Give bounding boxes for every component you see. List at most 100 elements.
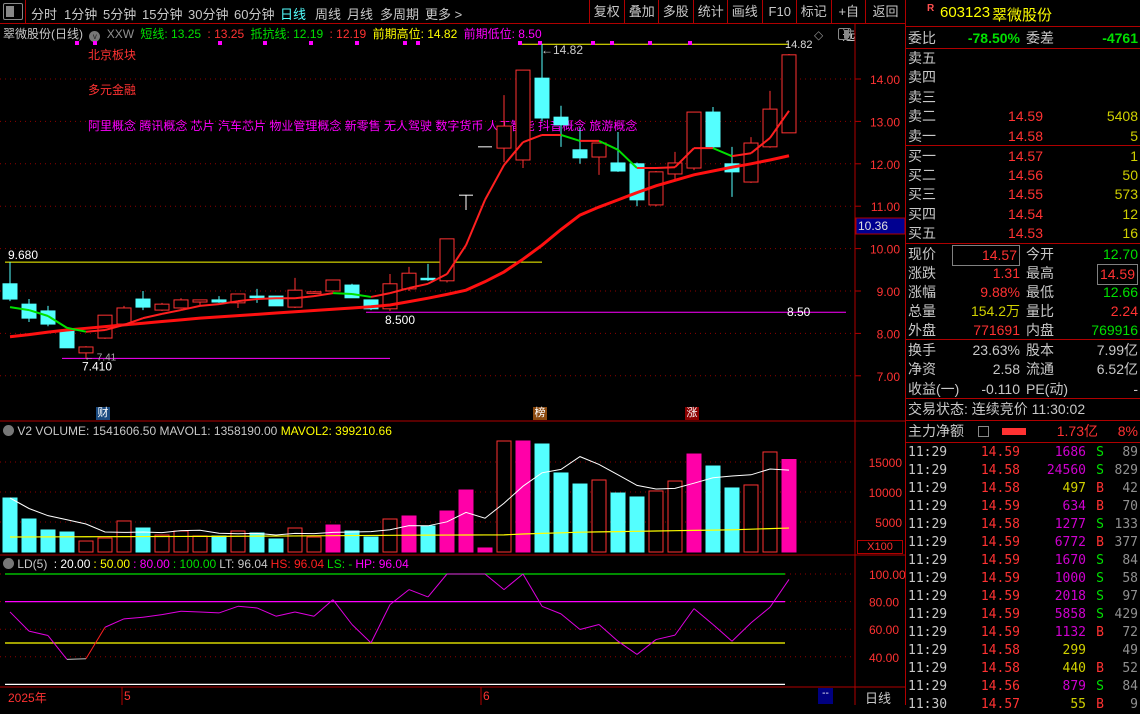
price-tick-label: 13.00 [870, 115, 900, 129]
volume-bar [591, 479, 607, 553]
ask-row[interactable]: 卖二 14.59 5408 [908, 107, 1138, 126]
tick-volume: 299 [1062, 643, 1086, 658]
level-volume: 16 [1122, 224, 1138, 241]
ask-row[interactable]: 卖四 [908, 68, 1138, 87]
level-label: 卖四 [908, 69, 936, 86]
tick-volume: 24560 [1046, 463, 1086, 478]
level-price: 14.56 [1007, 167, 1043, 184]
volume-bar [743, 484, 759, 553]
stat-row: 换手 23.63% 股本 7.99亿 [908, 341, 1138, 360]
tick-time: 11:30 [908, 697, 948, 712]
tick-time: 11:29 [908, 535, 948, 550]
tick-price: 14.59 [980, 589, 1020, 604]
bid-row[interactable]: 买三 14.55 573 [908, 185, 1138, 204]
period-label[interactable]: 日线 [865, 688, 891, 707]
scroll-indicator[interactable]: -- [818, 688, 833, 704]
weicha-label: 委差 [1026, 30, 1054, 46]
ld-line-segment [47, 635, 68, 660]
level-volume: 12 [1122, 205, 1138, 222]
volume-bar [173, 530, 189, 553]
short-line-segment [199, 303, 220, 307]
ld-line-segment [351, 624, 372, 644]
chart-canvas[interactable]: 14.00 13.00 12.00 11.00 10.00 9.00 8.00 7.00 10.… [0, 0, 905, 705]
tick-row: 11:29 14.56 879 S 84 [908, 678, 1138, 696]
mavol2-value: MAVOL2: 399210.66 [280, 424, 392, 438]
trade-status-text: 交易状态: 连续竞价 11:30:02 [908, 401, 1086, 417]
signal-dot [416, 41, 420, 45]
stat-label-2: 今开 [1026, 246, 1054, 262]
list-icon[interactable] [978, 426, 989, 437]
tick-side: S [1096, 571, 1104, 586]
main-force-value: 1.73亿 [1056, 423, 1098, 439]
event-marker[interactable]: 涨 [685, 407, 699, 420]
ld-menu-icon[interactable] [3, 558, 14, 569]
ask-row[interactable]: 卖一 14.58 5 [908, 127, 1138, 146]
volume-menu-icon[interactable] [3, 425, 14, 436]
candle-body [306, 291, 322, 294]
bid-row[interactable]: 买五 14.53 16 [908, 224, 1138, 243]
volume-bar [325, 524, 341, 553]
ld-line-segment [180, 610, 201, 613]
ld-tick-label: 80.00 [869, 596, 899, 610]
ld-line-segment [541, 605, 562, 615]
volume-bar [154, 534, 170, 553]
event-marker[interactable]: 财 [96, 407, 110, 420]
ld-param: : 50.00 [93, 557, 131, 571]
tick-side: S [1096, 517, 1104, 532]
short-line-segment [256, 297, 277, 301]
level-volume: 5408 [1106, 108, 1138, 125]
volume-bar [21, 518, 37, 553]
candle-body [610, 162, 626, 172]
main-force-bar [1002, 428, 1026, 435]
ask-row[interactable]: 卖五 [908, 49, 1138, 68]
volume-bar [211, 535, 227, 553]
tick-side: B [1096, 481, 1104, 496]
tick-volume: 440 [1062, 661, 1086, 676]
candle-body [705, 111, 721, 148]
level-label: 买二 [908, 167, 936, 184]
candle-body [553, 116, 569, 126]
volume-bar [572, 483, 588, 553]
tick-count: 84 [1122, 679, 1138, 694]
price-tick-label: 8.00 [877, 327, 901, 341]
bid-row[interactable]: 买四 14.54 12 [908, 205, 1138, 224]
tick-count: 52 [1122, 661, 1138, 676]
tick-price: 14.59 [980, 445, 1020, 460]
ld-line-segment [484, 573, 505, 590]
level-volume: 573 [1114, 186, 1138, 203]
short-line-segment [655, 166, 676, 170]
ld-line-segment [142, 614, 163, 618]
tick-time: 11:29 [908, 643, 948, 658]
bid-row[interactable]: 买一 14.57 1 [908, 147, 1138, 166]
level-volume: 1 [1130, 148, 1138, 164]
signal-dot [591, 41, 595, 45]
tick-time: 11:29 [908, 463, 948, 478]
event-marker[interactable]: 榜 [533, 407, 547, 420]
tick-volume: 1277 [1054, 517, 1086, 532]
volume-tick-label: 10000 [869, 486, 903, 500]
ld-line-segment [750, 606, 771, 624]
tick-row: 11:29 14.59 2018 S 97 [908, 588, 1138, 606]
bid-row[interactable]: 买二 14.56 50 [908, 166, 1138, 185]
ask-row[interactable]: 卖三 [908, 88, 1138, 107]
candle-body [116, 307, 132, 325]
tick-count: 133 [1114, 517, 1138, 532]
volume-title: V2 [17, 424, 33, 438]
main-force-label: 主力净额 [908, 423, 964, 439]
signal-dot [75, 41, 79, 45]
date-year-label: 2025年 [8, 691, 47, 705]
level-label: 买五 [908, 224, 936, 241]
stat-value: -0.110 [981, 380, 1020, 397]
ld-line-segment [579, 624, 600, 630]
short-line-segment [484, 164, 505, 201]
signal-dot [355, 41, 359, 45]
signal-dot [263, 41, 267, 45]
tick-time: 11:29 [908, 445, 948, 460]
stat-label-2: 流通 [1026, 361, 1054, 378]
tick-time: 11:29 [908, 607, 948, 622]
tick-count: 429 [1114, 607, 1138, 622]
candle-body [420, 277, 436, 281]
level-volume: 5 [1130, 127, 1138, 144]
ld-tick-label: 100.00 [869, 568, 905, 582]
candle-body [591, 142, 607, 158]
